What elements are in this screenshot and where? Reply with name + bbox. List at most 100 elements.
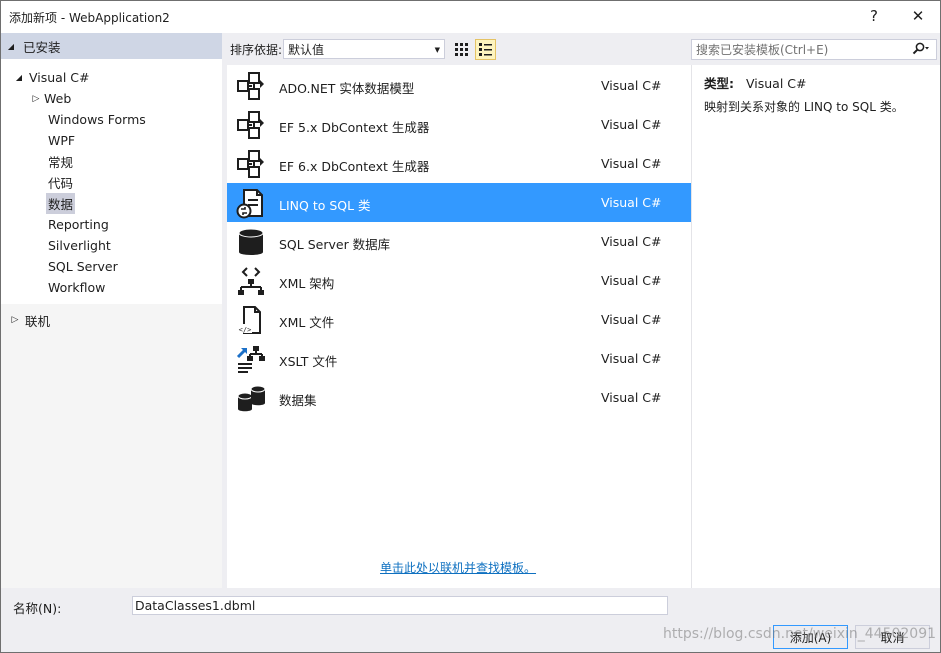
tree-label: Windows Forms: [48, 112, 146, 127]
title-bar: 添加新项 - WebApplication2 ? ✕: [1, 1, 940, 33]
expand-arrow-icon[interactable]: ▷: [28, 94, 44, 104]
detail-type-label: 类型:: [704, 76, 734, 91]
tree-item[interactable]: WPF: [48, 130, 75, 151]
template-name: LINQ to SQL 类: [279, 198, 371, 213]
entity-model-icon: [235, 109, 267, 141]
cancel-button-label: 取消: [880, 630, 905, 645]
template-row[interactable]: EF 5.x DbContext 生成器 Visual C#: [227, 105, 691, 144]
template-row[interactable]: EF 6.x DbContext 生成器 Visual C#: [227, 144, 691, 183]
tree-label: 联机: [25, 313, 51, 329]
detail-description: 映射到关系对象的 LINQ to SQL 类。: [704, 100, 904, 114]
list-view-button[interactable]: [475, 39, 496, 60]
template-language: Visual C#: [601, 351, 662, 366]
details-panel: 类型: Visual C# 映射到关系对象的 LINQ to SQL 类。: [691, 65, 940, 588]
sort-value: 默认值: [288, 42, 325, 57]
entity-model-icon: [235, 70, 267, 102]
installed-label: 已安装: [23, 39, 61, 55]
name-field[interactable]: [132, 596, 668, 615]
template-name: EF 6.x DbContext 生成器: [279, 159, 430, 174]
chevron-down-icon: ▼: [434, 46, 440, 54]
svg-text:</>: </>: [239, 326, 252, 334]
search-input[interactable]: 搜索已安装模板(Ctrl+E): [691, 39, 937, 60]
category-panel: ◢ 已安装 ◢ Visual C# ▷ Web Windows Forms WPF 常规…: [1, 33, 222, 588]
template-language: Visual C#: [601, 195, 662, 210]
close-button[interactable]: ✕: [898, 1, 938, 31]
list-view-icon: [479, 43, 492, 56]
template-name: ADO.NET 实体数据模型: [279, 81, 415, 96]
template-language: Visual C#: [601, 273, 662, 288]
database-icon: [235, 226, 267, 258]
tree-item-visual-csharp[interactable]: ◢ Visual C#: [11, 67, 90, 88]
template-language: Visual C#: [601, 156, 662, 171]
installed-header[interactable]: ◢ 已安装: [1, 33, 222, 59]
close-icon: ✕: [911, 7, 925, 25]
tree-item[interactable]: 常规: [48, 151, 73, 172]
tree-label: Web: [44, 91, 72, 106]
tree-item[interactable]: Workflow: [48, 277, 105, 298]
toolbar: 排序依据: 默认值 ▼ 搜索已安装模板(Ctrl+E): [222, 33, 940, 65]
template-list: ADO.NET 实体数据模型 Visual C# EF 5.x DbContext…: [227, 65, 691, 588]
installed-tree: ◢ 已安装 ◢ Visual C# ▷ Web Windows Forms WPF 常规…: [1, 33, 222, 304]
collapse-arrow-icon[interactable]: ◢: [3, 42, 19, 51]
tree-label: Silverlight: [48, 238, 111, 253]
dataset-icon: [235, 382, 267, 414]
add-button-label: 添加(A): [789, 630, 832, 645]
template-row[interactable]: XSLT 文件 Visual C#: [227, 339, 691, 378]
sort-label: 排序依据:: [230, 43, 283, 57]
entity-model-icon: [235, 148, 267, 180]
bottom-bar: 名称(N): 添加(A) 取消 https://blog.csdn.net/we…: [1, 588, 940, 652]
linq-to-sql-icon: [235, 187, 267, 219]
tree-label: Workflow: [48, 280, 106, 295]
small-icons-view-button[interactable]: [451, 39, 472, 60]
tree-item[interactable]: Windows Forms: [48, 109, 146, 130]
xml-schema-icon: [235, 265, 267, 297]
template-name: XML 架构: [279, 276, 335, 291]
help-icon: ?: [870, 7, 878, 25]
expand-arrow-icon[interactable]: ▷: [7, 315, 23, 325]
template-language: Visual C#: [601, 117, 662, 132]
tree-label: SQL Server: [48, 259, 118, 274]
name-label: 名称(N):: [13, 601, 62, 616]
grid-view-icon: [455, 43, 468, 56]
xml-file-icon: </>: [235, 304, 267, 336]
template-name: XSLT 文件: [279, 354, 338, 369]
tree-item[interactable]: Silverlight: [48, 235, 111, 256]
detail-type-value: Visual C#: [745, 76, 807, 91]
template-row[interactable]: 数据集 Visual C#: [227, 378, 691, 417]
tree-label: Reporting: [48, 217, 109, 232]
template-row[interactable]: SQL Server 数据库 Visual C#: [227, 222, 691, 261]
window-title: 添加新项 - WebApplication2: [9, 11, 170, 25]
online-templates-link[interactable]: 单击此处以联机并查找模板。: [380, 559, 536, 576]
template-language: Visual C#: [601, 390, 662, 405]
template-name: XML 文件: [279, 315, 335, 330]
template-language: Visual C#: [601, 312, 662, 327]
tree-label: 常规: [48, 155, 74, 170]
tree-label: 数据: [46, 193, 76, 214]
tree-item-online[interactable]: ▷ 联机: [7, 310, 50, 330]
help-button[interactable]: ?: [854, 1, 894, 31]
template-row[interactable]: ADO.NET 实体数据模型 Visual C#: [227, 66, 691, 105]
tree-item[interactable]: Reporting: [48, 214, 109, 235]
tree-item[interactable]: 数据: [46, 193, 76, 214]
tree-item[interactable]: SQL Server: [48, 256, 118, 277]
template-language: Visual C#: [601, 78, 662, 93]
template-row[interactable]: XML 架构 Visual C#: [227, 261, 691, 300]
tree-label: Visual C#: [29, 70, 90, 85]
add-new-item-dialog: 添加新项 - WebApplication2 ? ✕ ◢ 已安装 ◢ Visua…: [0, 0, 941, 653]
template-row[interactable]: LINQ to SQL 类 Visual C#: [227, 183, 691, 222]
collapse-arrow-icon[interactable]: ◢: [11, 73, 27, 82]
template-row[interactable]: </> XML 文件 Visual C#: [227, 300, 691, 339]
sort-dropdown[interactable]: 默认值 ▼: [283, 39, 445, 59]
detail-type: 类型: Visual C#: [704, 73, 806, 92]
xslt-file-icon: [235, 343, 267, 375]
search-icon[interactable]: [912, 42, 930, 59]
tree-label: WPF: [48, 133, 76, 148]
cancel-button[interactable]: 取消: [855, 625, 930, 649]
search-placeholder: 搜索已安装模板(Ctrl+E): [696, 43, 829, 57]
template-language: Visual C#: [601, 234, 662, 249]
tree-item[interactable]: 代码: [48, 172, 73, 193]
template-name: SQL Server 数据库: [279, 237, 391, 252]
tree-item[interactable]: ▷ Web: [28, 88, 72, 109]
add-button[interactable]: 添加(A): [773, 625, 848, 649]
tree-label: 代码: [48, 176, 74, 191]
